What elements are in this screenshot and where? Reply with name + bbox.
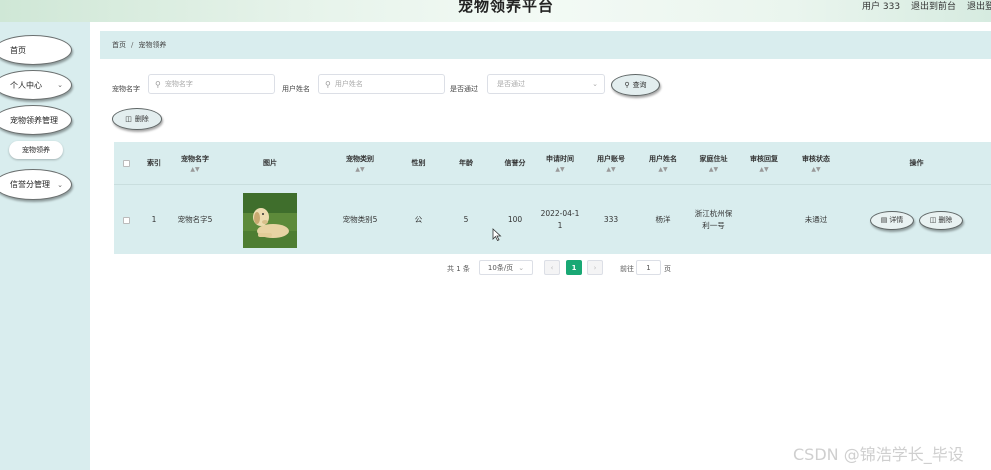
header-gender[interactable]: 性别 bbox=[400, 142, 437, 184]
cell-reply bbox=[738, 185, 790, 255]
top-header: 宠物领养平台 用户 333 退出到前台 退出登 bbox=[0, 0, 991, 22]
chevron-down-icon: ⌄ bbox=[518, 263, 525, 272]
header-status[interactable]: 审核状态 ▲▼ bbox=[790, 142, 842, 184]
back-to-front-link[interactable]: 退出到前台 bbox=[911, 0, 956, 12]
search-icon: ⚲ bbox=[155, 79, 161, 89]
search-icon: ⚲ bbox=[624, 81, 630, 89]
site-title: 宠物领养平台 bbox=[458, 0, 555, 15]
goto-page-input[interactable]: 1 bbox=[636, 260, 661, 275]
sort-icon: ▲▼ bbox=[811, 165, 821, 173]
cell-apply-time: 2022-04-1 1 bbox=[540, 209, 580, 230]
table-row: 1 宠物名字5 宠物类别5 公 5 100 2022-04-1 1 333 杨洋… bbox=[114, 184, 991, 254]
sidebar-subitem-label: 宠物领养 bbox=[22, 146, 50, 154]
adoption-table: 索引 宠物名字 ▲▼ 图片 宠物类别 ▲▼ 性别 年龄 信誉分 申请时间 ▲▼ 用户账… bbox=[114, 142, 991, 254]
select-all-checkbox[interactable] bbox=[122, 159, 130, 167]
user-name-label: 用户姓名 bbox=[282, 85, 310, 93]
cell-image bbox=[220, 185, 320, 255]
row-select[interactable] bbox=[114, 185, 138, 255]
header-address[interactable]: 家庭住址 ▲▼ bbox=[689, 142, 738, 184]
header-account[interactable]: 用户账号 ▲▼ bbox=[585, 142, 637, 184]
sidebar-item-label: 首页 bbox=[10, 45, 26, 55]
batch-delete-label: 删除 bbox=[134, 115, 149, 123]
breadcrumb-separator: / bbox=[131, 41, 134, 49]
prev-page-button[interactable]: ‹ bbox=[544, 260, 560, 275]
cell-account: 333 bbox=[603, 215, 619, 224]
header-credit[interactable]: 信誉分 bbox=[495, 142, 535, 184]
sort-icon: ▲▼ bbox=[355, 165, 365, 173]
header-user-name[interactable]: 用户姓名 ▲▼ bbox=[637, 142, 689, 184]
sidebar-item-label: 个人中心 bbox=[10, 80, 42, 90]
next-page-button[interactable]: › bbox=[587, 260, 603, 275]
cell-actions: ▤ 详情 ◫ 删除 bbox=[842, 185, 991, 255]
logout-link[interactable]: 退出登 bbox=[967, 0, 991, 12]
pagination-total: 共 1 条 bbox=[447, 265, 470, 273]
pet-name-placeholder: 宠物名字 bbox=[164, 80, 193, 88]
dog-photo-icon bbox=[243, 192, 297, 248]
sort-icon: ▲▼ bbox=[708, 165, 719, 173]
chevron-right-icon: › bbox=[593, 263, 597, 272]
current-page-button[interactable]: 1 bbox=[566, 260, 582, 275]
cell-age: 5 bbox=[463, 215, 469, 224]
cell-user-name: 杨洋 bbox=[655, 215, 671, 224]
detail-icon: ▤ bbox=[880, 216, 888, 224]
user-name-placeholder: 用户姓名 bbox=[334, 80, 363, 88]
page-suffix: 页 bbox=[664, 265, 671, 273]
approved-select[interactable]: 是否通过 ⌄ bbox=[487, 74, 605, 94]
pet-name-label: 宠物名字 bbox=[112, 85, 140, 93]
goto-label: 前往 bbox=[620, 265, 634, 273]
header-index: 索引 bbox=[147, 159, 161, 167]
pet-name-input[interactable]: ⚲ 宠物名字 bbox=[148, 74, 275, 94]
cell-credit: 100 bbox=[507, 215, 523, 224]
breadcrumb: 首页 / 宠物领养 bbox=[100, 31, 991, 59]
sort-icon: ▲▼ bbox=[606, 165, 616, 173]
header-pet-name[interactable]: 宠物名字 ▲▼ bbox=[170, 142, 220, 184]
header-reply[interactable]: 审核回复 ▲▼ bbox=[738, 142, 790, 184]
row-checkbox[interactable] bbox=[122, 216, 130, 224]
cell-status: 未通过 bbox=[804, 215, 828, 224]
header-actions: 操作 bbox=[909, 159, 924, 167]
sidebar-item-label: 信誉分管理 bbox=[10, 180, 50, 189]
sort-icon: ▲▼ bbox=[658, 165, 668, 173]
user-name-input[interactable]: ⚲ 用户姓名 bbox=[318, 74, 445, 94]
breadcrumb-home[interactable]: 首页 bbox=[112, 40, 126, 50]
header-image[interactable]: 图片 bbox=[220, 142, 320, 184]
sidebar-item-label: 宠物领养管理 bbox=[10, 115, 58, 125]
cell-index: 1 bbox=[151, 215, 157, 224]
main-content: 首页 / 宠物领养 宠物名字 ⚲ 宠物名字 用户姓名 ⚲ 用户姓名 是否通过 是… bbox=[90, 22, 991, 470]
chevron-down-icon: ⌄ bbox=[57, 180, 63, 189]
chevron-left-icon: ‹ bbox=[550, 263, 554, 272]
current-user: 用户 333 bbox=[862, 2, 901, 12]
trash-icon: ◫ bbox=[929, 216, 937, 224]
trash-icon: ◫ bbox=[125, 115, 132, 123]
cell-category: 宠物类别5 bbox=[342, 215, 378, 224]
query-button-label: 查询 bbox=[632, 81, 647, 89]
detail-button[interactable]: ▤ 详情 bbox=[870, 210, 914, 230]
chevron-down-icon: ⌄ bbox=[592, 80, 598, 88]
sort-icon: ▲▼ bbox=[190, 165, 200, 173]
approved-placeholder: 是否通过 bbox=[497, 80, 525, 88]
query-button[interactable]: ⚲ 查询 bbox=[611, 74, 660, 96]
sidebar-subitem-adoption[interactable]: 宠物领养 bbox=[9, 141, 63, 159]
header-select-all[interactable] bbox=[114, 142, 138, 184]
batch-delete-button[interactable]: ◫ 删除 bbox=[112, 108, 162, 130]
watermark: CSDN @锦浩学长_毕设 bbox=[793, 445, 964, 464]
search-icon: ⚲ bbox=[325, 79, 331, 89]
table-header: 索引 宠物名字 ▲▼ 图片 宠物类别 ▲▼ 性别 年龄 信誉分 申请时间 ▲▼ 用户账… bbox=[114, 142, 991, 184]
approved-label: 是否通过 bbox=[450, 85, 478, 93]
cell-gender: 公 bbox=[414, 215, 423, 224]
row-delete-button[interactable]: ◫ 删除 bbox=[919, 210, 963, 230]
cell-pet-name: 宠物名字5 bbox=[177, 215, 213, 224]
header-age[interactable]: 年龄 bbox=[437, 142, 495, 184]
header-category[interactable]: 宠物类别 ▲▼ bbox=[320, 142, 400, 184]
header-apply-time[interactable]: 申请时间 ▲▼ bbox=[535, 142, 585, 184]
sort-icon: ▲▼ bbox=[555, 165, 565, 173]
breadcrumb-current: 宠物领养 bbox=[138, 41, 167, 49]
chevron-down-icon: ⌄ bbox=[57, 81, 63, 89]
page-size-select[interactable]: 10条/页 ⌄ bbox=[479, 260, 533, 275]
mouse-cursor-icon bbox=[492, 228, 502, 242]
sort-icon: ▲▼ bbox=[759, 165, 769, 173]
cell-address: 浙江杭州保 利一号 bbox=[694, 209, 733, 230]
